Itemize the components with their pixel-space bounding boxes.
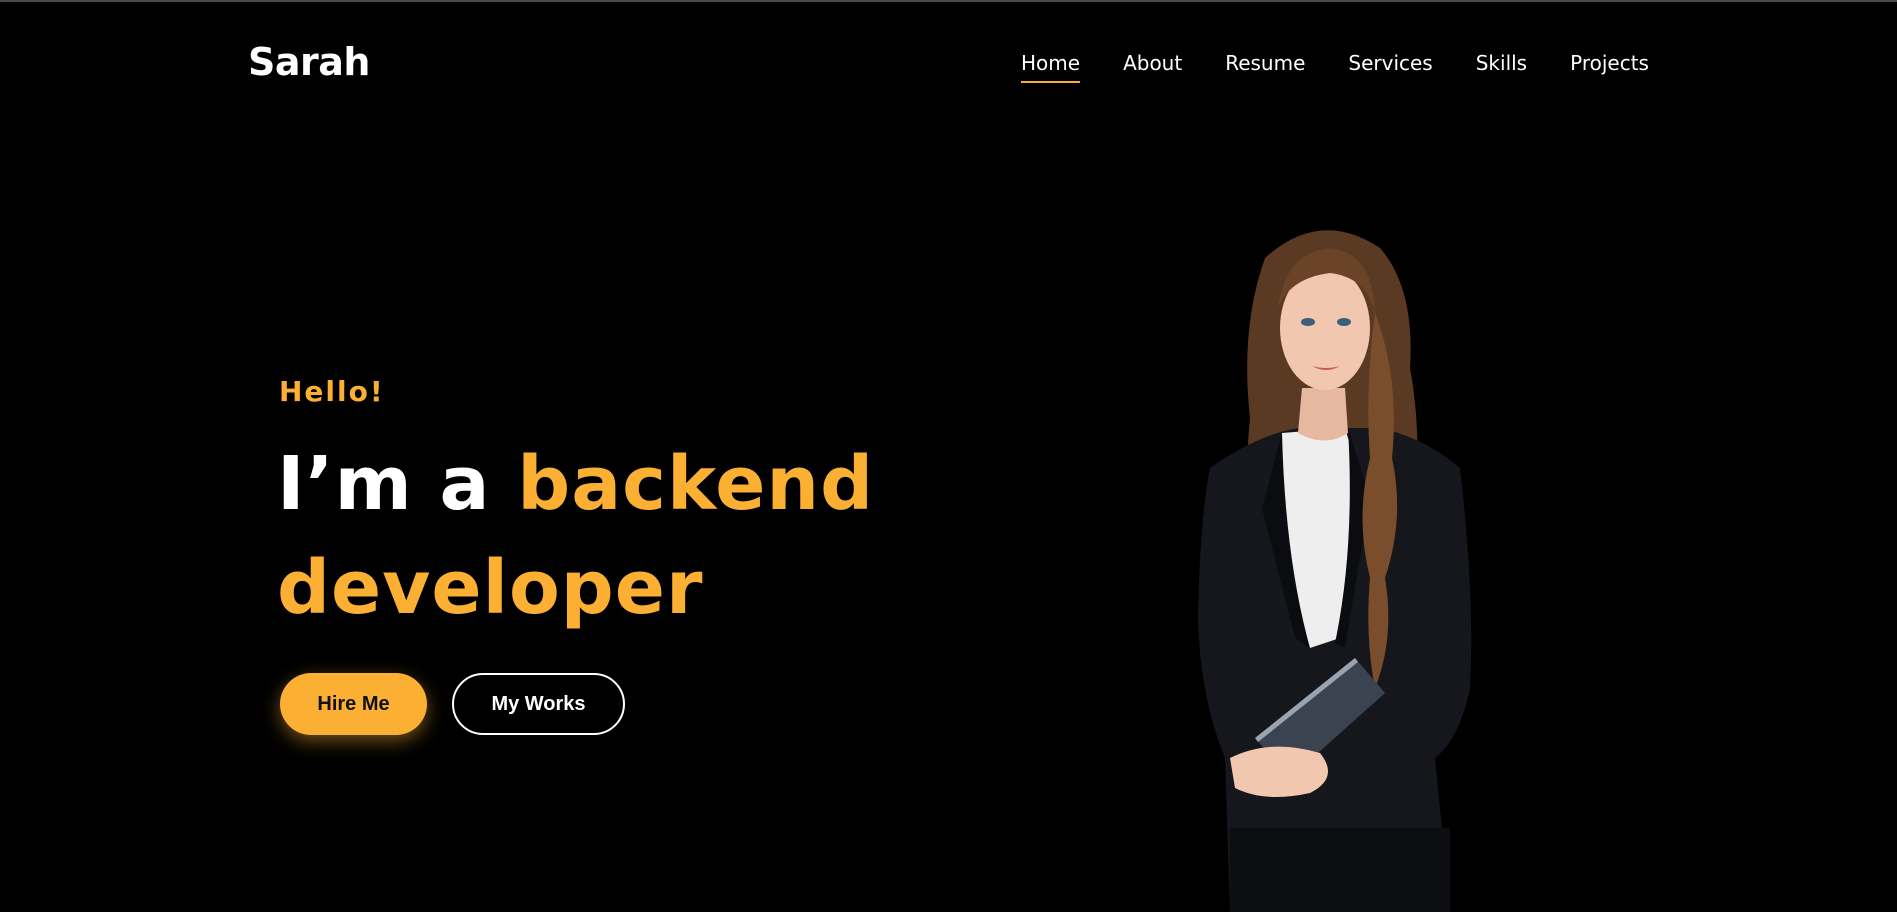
nav-item-home[interactable]: Home — [1021, 48, 1081, 83]
nav-item-about[interactable]: About — [1123, 48, 1182, 78]
woman-portrait-image — [1198, 230, 1472, 912]
top-divider — [0, 0, 1897, 2]
brand-logo[interactable]: Sarah — [248, 36, 370, 88]
my-works-button[interactable]: My Works — [452, 673, 625, 735]
hero-greeting: Hello! — [279, 375, 385, 408]
headline-accent-backend: backend — [517, 441, 875, 527]
hero-page: Sarah Home About Resume Services Skills … — [0, 0, 1897, 912]
main-navigation: Home About Resume Services Skills Projec… — [1021, 48, 1649, 83]
nav-item-resume[interactable]: Resume — [1225, 48, 1305, 78]
headline-accent-developer: developer — [277, 545, 704, 631]
nav-item-skills[interactable]: Skills — [1476, 48, 1527, 78]
nav-item-services[interactable]: Services — [1348, 48, 1432, 78]
hire-me-button[interactable]: Hire Me — [280, 673, 427, 735]
nav-item-projects[interactable]: Projects — [1570, 48, 1649, 78]
hero-headline: I’m a backend developer — [277, 432, 917, 640]
headline-prefix: I’m a — [277, 441, 518, 527]
